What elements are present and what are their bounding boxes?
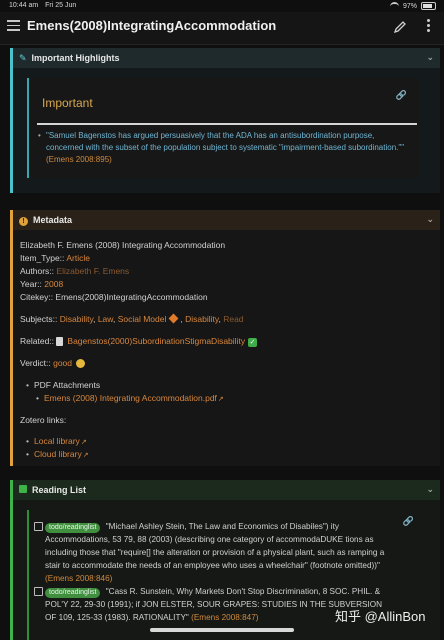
link-icon[interactable]: 🔗 (403, 516, 414, 527)
subjects-line: Subjects:: Disability, Law, Social Model… (20, 313, 244, 324)
more-options-icon[interactable] (425, 18, 431, 36)
related-line: Related:: Bagenstos(2000)SubordinationSt… (20, 336, 258, 347)
reading-task: todo/readinglist "Michael Ashley Stein, … (34, 520, 395, 585)
zotero-local-item: • Local library↗ (26, 436, 87, 446)
task-citation-link[interactable]: (Emens 2008:847) (191, 613, 258, 622)
subject-link[interactable]: Disability (60, 314, 93, 324)
highlight-quote: "Samuel Bagenstos has argued persuasivel… (38, 130, 406, 166)
subject-link[interactable]: Social Model (118, 314, 167, 324)
link-icon[interactable]: 🔗 (396, 90, 407, 101)
important-heading: Important (42, 96, 93, 110)
item-type-link[interactable]: Article (66, 253, 90, 263)
pdf-attachments-item: • PDF Attachments (26, 380, 101, 390)
tag-pill[interactable]: todo/readinglist (45, 588, 101, 598)
zotero-cloud-item: • Cloud library↗ (26, 449, 89, 459)
pencil-icon[interactable] (392, 19, 408, 35)
info-icon: ! (19, 216, 28, 226)
cloud-library-link[interactable]: Cloud library (34, 449, 82, 459)
status-time: 10:44 am (9, 2, 39, 9)
author-link[interactable]: Elizabeth F. Emens (56, 266, 129, 276)
callout-title: Important Highlights (31, 53, 120, 63)
verdict-link[interactable]: good (53, 358, 72, 368)
subject-link[interactable]: Disability (185, 314, 218, 324)
callout-header-reading-list[interactable]: Reading List ⌄ (13, 480, 440, 500)
pencil-icon: ✎ (19, 52, 27, 63)
quote-citation-link[interactable]: (Emens 2008:895) (46, 155, 112, 164)
battery-percent: 97% (402, 2, 417, 10)
important-highlights-callout: ✎ Important Highlights ⌄ Important 🔗 "Sa… (10, 48, 440, 193)
chevron-down-icon[interactable]: ⌄ (426, 52, 434, 63)
quote-text: "Samuel Bagenstos has argued persuasivel… (46, 131, 405, 152)
chevron-down-icon[interactable]: ⌄ (426, 484, 434, 495)
tag-diamond-icon (168, 313, 179, 324)
callout-header-highlights[interactable]: ✎ Important Highlights ⌄ (13, 48, 440, 68)
smile-icon (76, 359, 86, 369)
checkmark-icon: ✓ (248, 338, 258, 347)
list-icon (19, 485, 27, 493)
wifi-icon (389, 2, 399, 10)
subject-link[interactable]: Read (223, 314, 243, 324)
status-date: Fri 25 Jun (45, 2, 77, 9)
important-block: Important 🔗 "Samuel Bagenstos has argued… (27, 78, 419, 178)
metadata-callout: ! Metadata ⌄ Elizabeth F. Emens (2008) I… (10, 210, 440, 466)
callout-title: Reading List (32, 485, 87, 495)
document-icon (56, 337, 64, 347)
authors-line: Authors:: Elizabeth F. Emens (20, 266, 130, 276)
chevron-down-icon[interactable]: ⌄ (426, 214, 434, 225)
metadata-title-line: Elizabeth F. Emens (2008) Integrating Ac… (20, 240, 226, 250)
menu-icon[interactable] (7, 20, 20, 32)
citekey-line: Citekey:: Emens(2008)IntegratingAccommod… (20, 292, 208, 302)
external-link-icon: ↗ (217, 396, 224, 403)
zotero-links-heading: Zotero links: (20, 415, 67, 425)
battery-icon (421, 2, 436, 10)
item-type-line: Item_Type:: Article (20, 253, 90, 263)
home-indicator[interactable] (150, 628, 294, 632)
top-bar: Emens(2008)IntegratingAccommodation (0, 12, 444, 45)
verdict-line: Verdict:: good (20, 358, 86, 369)
callout-title: Metadata (33, 215, 73, 225)
related-link[interactable]: Bagenstos(2000)SubordinationStigmaDisabi… (67, 336, 245, 346)
external-link-icon: ↗ (80, 439, 87, 446)
tag-pill[interactable]: todo/readinglist (45, 523, 101, 533)
watermark: 知乎 @AllinBon (335, 609, 426, 624)
year-line: Year:: 2008 (20, 279, 64, 289)
status-bar: 10:44 am Fri 25 Jun 97% (0, 0, 444, 12)
pdf-file-item: • Emens (2008) Integrating Accommodation.… (36, 393, 224, 403)
pdf-file-link[interactable]: Emens (2008) Integrating Accommodation.p… (44, 393, 217, 403)
subject-link[interactable]: Law (98, 314, 113, 324)
local-library-link[interactable]: Local library (34, 436, 80, 446)
task-citation-link[interactable]: (Emens 2008:846) (45, 574, 112, 583)
callout-header-metadata[interactable]: ! Metadata ⌄ (13, 210, 440, 230)
external-link-icon: ↗ (82, 452, 89, 459)
task-checkbox[interactable] (34, 587, 43, 596)
page-title: Emens(2008)IntegratingAccommodation (27, 18, 277, 33)
year-link[interactable]: 2008 (44, 279, 63, 289)
divider (37, 123, 417, 125)
task-checkbox[interactable] (34, 522, 43, 531)
